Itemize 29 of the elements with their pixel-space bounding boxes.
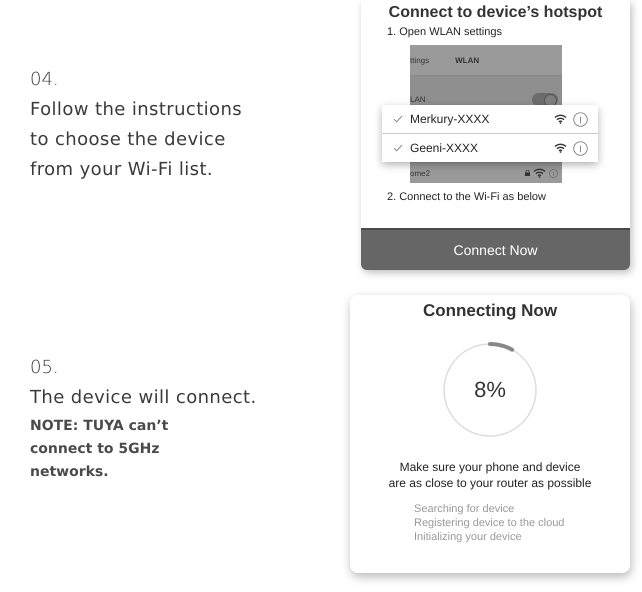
wifi-icon [533,168,546,178]
network-name: ome2 [410,168,430,178]
note-text: NOTE: TUYA can’t connect to 5GHz networks. [30,417,170,482]
message-text: Make sure your phone and device are as close to your router as possible [388,459,592,491]
progress-percent: 8% [473,376,507,404]
status-list: Searching for device Registering device to the cloud Initializing your device [414,502,564,544]
step-number: 04. [30,68,60,92]
step-text: Follow the instructions to choose the device from your Wi-Fi list. [30,98,244,182]
info-icon[interactable] [549,168,558,178]
step-text: The device will connect. [30,386,258,410]
network-name: Merkury-XXXX [410,112,490,126]
network-item[interactable]: Merkury-XXXX [382,105,598,133]
step-number: 05. [30,356,60,380]
network-name: Geeni-XXXX [410,141,480,155]
instruction-text: 2. Connect to the Wi-Fi as below [387,191,547,203]
wifi-icon [554,114,567,124]
wifi-icon [554,143,567,153]
info-icon[interactable] [573,112,588,126]
instruction-text: 1. Open WLAN settings [387,26,503,38]
lock-icon [525,170,530,176]
wlan-toggle[interactable] [532,92,558,106]
network-item[interactable]: Geeni-XXXX [382,133,598,162]
wlan-label: LAN [410,94,426,104]
card-title: Connecting Now [422,301,558,321]
back-label: ttings [410,56,430,64]
connect-now-button[interactable]: Connect Now [361,228,630,270]
card-title: Connect to device’s hotspot [388,4,604,22]
info-icon[interactable] [573,140,588,156]
screen-title: WLAN [455,56,480,64]
